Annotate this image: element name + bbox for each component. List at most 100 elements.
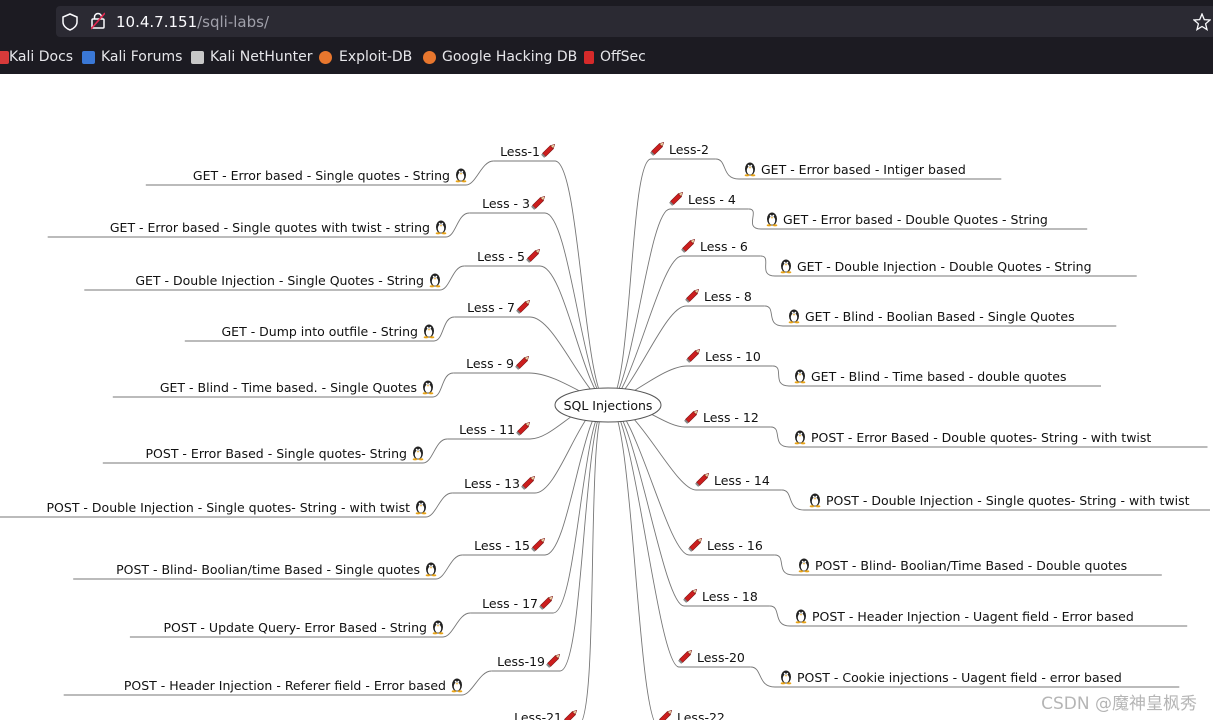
pencil-icon [541,143,556,158]
exploitdb-icon [319,51,332,64]
linux-tux-icon [780,670,792,685]
lesson-title: GET - Error based - Double Quotes - Stri… [783,212,1048,227]
linux-tux-icon [809,493,821,508]
ghdb-icon [423,51,436,64]
lesson-label: Less-21 [514,710,562,720]
lesson-label: Less - 6 [700,239,748,254]
lesson-label: Less - 8 [704,289,752,304]
kali-forums-icon [82,51,95,64]
lesson-label: Less - 13 [464,476,520,491]
lesson-label: Less - 5 [477,249,525,264]
lesson-title: POST - Header Injection - Uagent field -… [812,609,1134,624]
linux-tux-icon [425,562,437,577]
linux-tux-icon [780,259,792,274]
bookmark-kali-forums[interactable]: Kali Forums [101,49,182,65]
nethunter-icon [191,51,204,64]
pencil-icon [684,409,699,424]
linux-tux-icon [451,678,463,693]
bookmark-star-icon[interactable] [1193,13,1211,31]
lesson-label: Less-2 [669,142,709,157]
lesson-label: Less - 7 [467,300,515,315]
lesson-title: POST - Error Based - Single quotes- Stri… [146,446,407,461]
pencil-icon [515,355,530,370]
pencil-icon [539,595,554,610]
linux-tux-icon [794,430,806,445]
shield-icon[interactable] [62,13,78,31]
lesson-title: POST - Cookie injections - Uagent field … [797,670,1122,685]
lesson-label: Less-20 [697,650,745,665]
lesson-label: Less-22 [677,710,725,720]
lesson-title: GET - Error based - Single quotes - Stri… [193,168,450,183]
bookmark-offsec[interactable]: OffSec [600,49,646,65]
bookmark-google-hacking-db[interactable]: Google Hacking DB [442,49,577,65]
pencil-icon [658,709,673,724]
lesson-title: POST - Double Injection - Single quotes-… [826,493,1190,508]
lesson-title: GET - Error based - Single quotes with t… [110,220,430,235]
pencil-icon [683,588,698,603]
pencil-icon [531,195,546,210]
linux-tux-icon [455,168,467,183]
lesson-title: GET - Double Injection - Double Quotes -… [797,259,1092,274]
linux-tux-icon [432,620,444,635]
lesson-label: Less - 9 [466,356,514,371]
linux-tux-icon [429,273,441,288]
linux-tux-icon [423,324,435,339]
bookmark-kali-docs[interactable]: Kali Docs [9,49,73,65]
lesson-label: Less - 16 [707,538,763,553]
center-node-label: SQL Injections [564,398,653,413]
bookmark-exploit-db[interactable]: Exploit-DB [339,49,412,65]
lesson-title: GET - Error based - Intiger based [761,162,966,177]
pencil-icon [686,348,701,363]
pencil-icon [695,472,710,487]
linux-tux-icon [794,369,806,384]
pencil-icon [681,238,696,253]
linux-tux-icon [415,500,427,515]
lesson-title: POST - Update Query- Error Based - Strin… [164,620,427,635]
lesson-label: Less - 11 [459,422,515,437]
page-content: Less-1 GET - Error based - Single quotes … [0,74,1213,724]
bookmark-kali-nethunter[interactable]: Kali NetHunter [210,49,312,65]
linux-tux-icon [412,446,424,461]
kali-icon [0,51,9,64]
pencil-icon [546,653,561,668]
pencil-icon [516,299,531,314]
lesson-title: POST - Header Injection - Referer field … [124,678,446,693]
linux-tux-icon [435,220,447,235]
lesson-label: Less - 17 [482,596,538,611]
linux-tux-icon [766,212,778,227]
lesson-label: Less - 12 [703,410,759,425]
lesson-title: POST - Double Injection - Single quotes-… [47,500,411,515]
lesson-label: Less - 15 [474,538,530,553]
sql-injections-mindmap: Less-1 GET - Error based - Single quotes … [0,141,1210,724]
pencil-icon [678,649,693,664]
linux-tux-icon [788,309,800,324]
lesson-label: Less - 3 [482,196,530,211]
pencil-icon [563,709,578,724]
lesson-label: Less-19 [497,654,545,669]
pencil-icon [650,141,665,156]
lesson-label: Less - 18 [702,589,758,604]
url-text[interactable]: 10.4.7.151/sqli-labs/ [116,13,269,31]
lesson-title: GET - Blind - Time based. - Single Quote… [160,380,417,395]
lesson-title: POST - Blind- Boolian/Time Based - Doubl… [815,558,1127,573]
browser-chrome: 10.4.7.151/sqli-labs/ Kali Docs Kali For… [0,0,1213,74]
lesson-title: POST - Blind- Boolian/time Based - Singl… [116,562,420,577]
lesson-title: GET - Dump into outfile - String [222,324,419,339]
linux-tux-icon [798,558,810,573]
watermark: CSDN @魔神皇枫秀 [1041,694,1197,714]
pencil-icon [685,288,700,303]
pencil-icon [669,191,684,206]
pencil-icon [516,421,531,436]
insecure-lock-icon[interactable] [91,12,105,30]
pencil-icon [688,537,703,552]
linux-tux-icon [422,380,434,395]
offsec-icon [584,51,594,64]
lesson-title: GET - Double Injection - Single Quotes -… [135,273,424,288]
linux-tux-icon [744,162,756,177]
linux-tux-icon [795,609,807,624]
lesson-title: POST - Error Based - Double quotes- Stri… [811,430,1151,445]
lesson-label: Less - 10 [705,349,761,364]
lesson-title: GET - Blind - Boolian Based - Single Quo… [805,309,1075,324]
lesson-label: Less-1 [500,144,540,159]
lesson-title: GET - Blind - Time based - double quotes [811,369,1066,384]
